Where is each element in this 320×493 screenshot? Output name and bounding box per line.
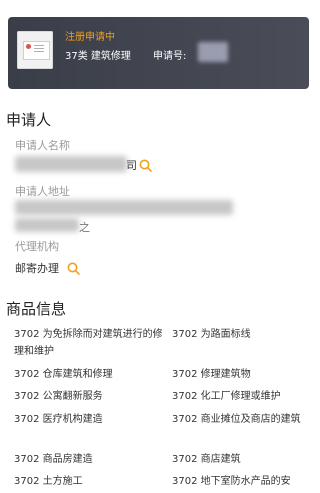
applicant-name-redacted xyxy=(15,156,127,172)
applicant-name-label: 申请人名称 xyxy=(15,139,70,152)
goods-item: 3702 商业摊位及商店的建筑 xyxy=(172,414,301,425)
applicant-address-redacted-line2 xyxy=(15,218,79,232)
applicant-name-tail: 司 xyxy=(126,159,137,172)
goods-item: 3702 医疗机构建造 xyxy=(14,414,103,425)
goods-section-title: 商品信息 xyxy=(6,300,67,318)
goods-item: 3702 土方施工 xyxy=(14,476,83,487)
status-label: 注册申请中 xyxy=(65,32,115,43)
goods-item: 3702 仓库建筑和修理 xyxy=(14,369,113,380)
applicant-address-redacted-line1 xyxy=(15,200,233,215)
goods-item: 3702 地下室防水产品的安 xyxy=(172,476,291,487)
goods-item: 3702 公寓翻新服务 xyxy=(14,391,103,402)
applicant-address-tail: 之 xyxy=(79,221,90,234)
goods-item: 3702 化工厂修理或维护 xyxy=(172,391,281,402)
application-number-label: 申请号: xyxy=(153,51,187,62)
goods-item: 3702 商店建筑 xyxy=(172,454,241,465)
applicant-section-title: 申请人 xyxy=(6,111,52,129)
applicant-address-label: 申请人地址 xyxy=(15,185,70,198)
search-icon[interactable] xyxy=(139,159,152,172)
trademark-status-card[interactable]: 注册申请中 37类 建筑修理 申请号: xyxy=(8,17,309,89)
agency-label: 代理机构 xyxy=(15,240,59,253)
agency-value: 邮寄办理 xyxy=(15,262,59,275)
goods-item: 3702 修理建筑物 xyxy=(172,369,251,380)
goods-item: 3702 为免拆除而对建筑进行的修理和维护 xyxy=(14,329,163,357)
search-icon[interactable] xyxy=(67,262,80,275)
application-number-redacted xyxy=(198,42,228,62)
trademark-category: 37类 建筑修理 xyxy=(65,51,131,62)
trademark-thumbnail xyxy=(17,31,53,69)
goods-item: 3702 为路面标线 xyxy=(172,329,251,340)
goods-item: 3702 商品房建造 xyxy=(14,454,93,465)
